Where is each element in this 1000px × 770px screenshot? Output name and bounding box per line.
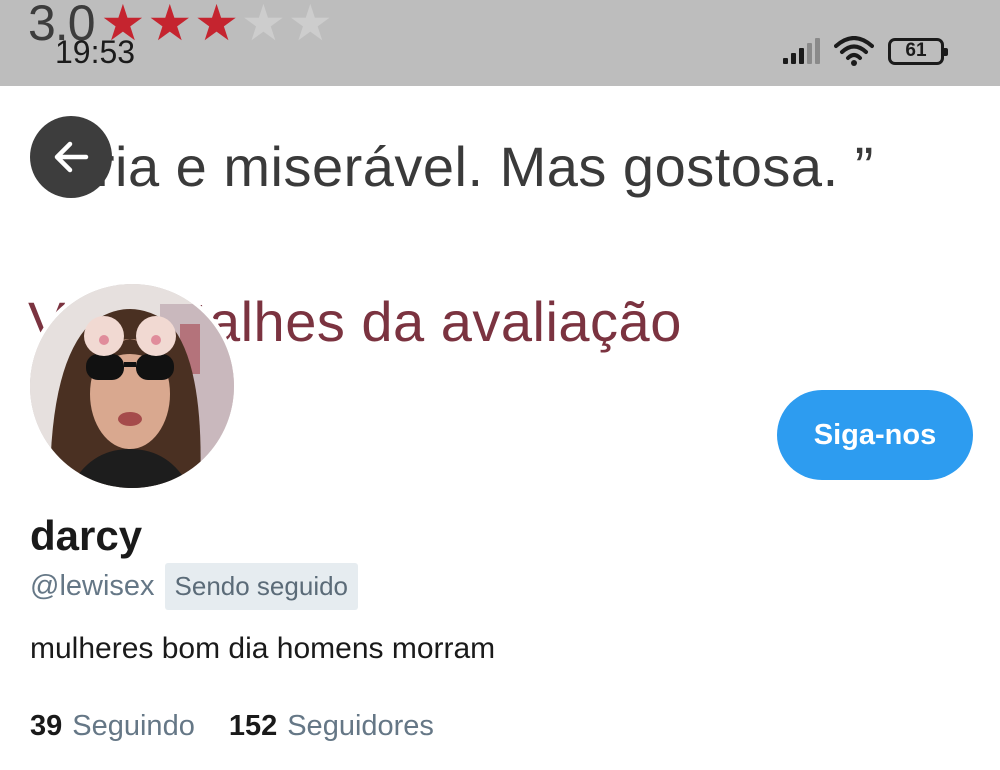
profile-stats: 39 Seguindo 152 Seguidores <box>30 710 468 743</box>
following-label: Seguindo <box>72 710 195 742</box>
cell-signal-icon <box>783 38 820 64</box>
back-button[interactable] <box>30 116 112 198</box>
following-count: 39 <box>30 710 63 742</box>
wifi-icon <box>834 36 874 66</box>
rating-stars: ★ ★ ★ ★ ★ <box>101 0 335 48</box>
status-bar: 3.0 ★ ★ ★ ★ ★ 19:53 61 <box>0 0 1000 86</box>
avatar-photo <box>30 284 234 488</box>
profile-bio: mulheres bom dia homens morram <box>30 632 496 665</box>
battery-level: 61 <box>905 40 927 61</box>
star-icon: ★ <box>147 0 193 51</box>
battery-icon: 61 <box>888 37 948 65</box>
banner-quote: “Fria e miserável. Mas gostosa. ” <box>42 135 874 198</box>
handle-row: @lewisex Sendo seguido <box>30 563 359 610</box>
followers-label: Seguidores <box>287 710 434 742</box>
star-icon: ★ <box>241 0 286 51</box>
status-time: 19:53 <box>55 34 136 70</box>
follows-you-badge: Sendo seguido <box>164 563 359 610</box>
followers-count: 152 <box>228 710 278 742</box>
avatar[interactable] <box>26 280 238 492</box>
followers-stat[interactable]: 152 Seguidores <box>229 710 434 743</box>
follow-button[interactable]: Siga-nos <box>777 390 973 480</box>
arrow-left-icon <box>54 141 89 173</box>
username-handle: @lewisex <box>30 570 155 602</box>
following-stat[interactable]: 39 Seguindo <box>30 710 195 743</box>
star-icon: ★ <box>287 0 333 51</box>
star-icon: ★ <box>194 0 239 51</box>
display-name: darcy <box>30 512 143 559</box>
status-icons: 61 <box>783 36 948 66</box>
